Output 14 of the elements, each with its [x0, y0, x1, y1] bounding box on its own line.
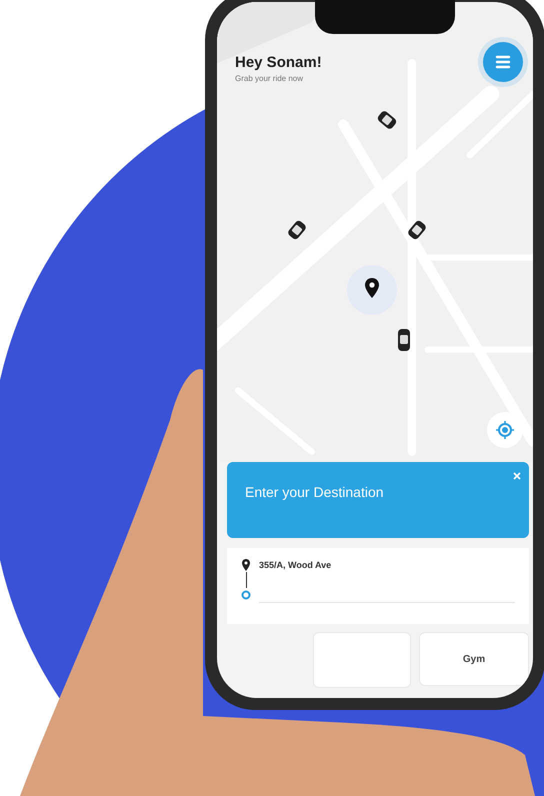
- menu-icon: [495, 55, 511, 69]
- close-button[interactable]: [513, 472, 521, 480]
- target-icon: [496, 421, 514, 439]
- pickup-address: 355/A, Wood Ave: [259, 560, 332, 570]
- destination-pin-icon: [241, 590, 251, 602]
- greeting-subtitle: Grab your ride now: [235, 74, 304, 83]
- car-icon: [397, 328, 411, 352]
- map-pin-icon: [364, 277, 380, 299]
- place-card[interactable]: Gym: [419, 632, 529, 686]
- close-icon: [513, 472, 521, 480]
- route-line: [246, 572, 247, 588]
- map-pin-icon: [241, 558, 251, 572]
- greeting-title: Hey Sonam!: [235, 54, 322, 71]
- destination-title: Enter your Destination: [245, 484, 384, 500]
